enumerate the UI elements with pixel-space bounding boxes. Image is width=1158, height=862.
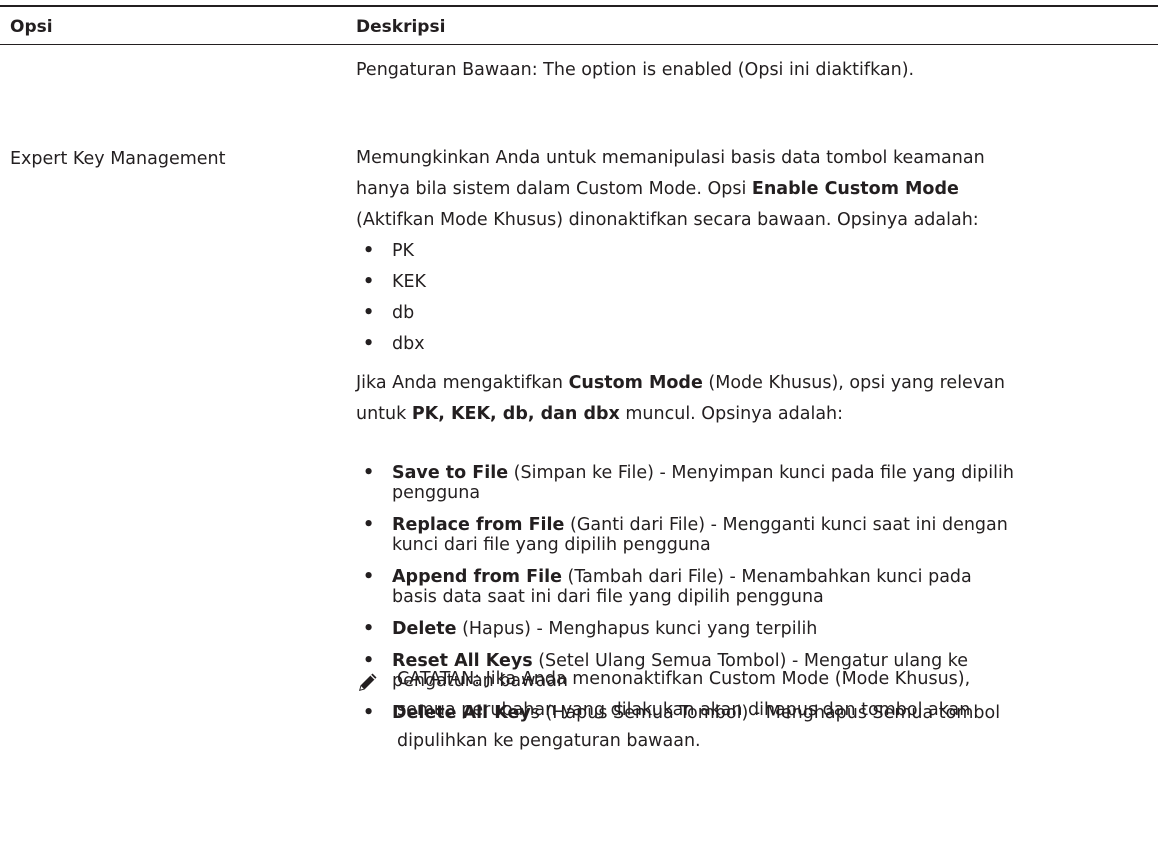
action-description: (Tambah dari File) - Menambahkan kunci p… [561, 567, 972, 587]
enable-custom-mode-term: Enable Custom Mode [751, 179, 959, 199]
list-item: • Delete (Hapus) - Menghapus kunci yang t… [356, 619, 1156, 639]
custom-line-2-c: muncul. Opsinya adalah: [619, 404, 844, 424]
list-item: • Append from File (Tambah dari File) - M… [356, 567, 1156, 607]
bullet-icon: • [363, 241, 375, 261]
custom-line-1: Jika Anda mengaktifkan Custom Mode (Mode… [356, 368, 1156, 399]
option-label-expert-key-management: Expert Key Management [10, 149, 226, 169]
bullet-icon: • [363, 515, 375, 535]
bullet-icon: • [363, 619, 375, 639]
key-database-list: • PK • KEK • db • dbx [356, 236, 1156, 360]
list-item-text: db [392, 303, 415, 323]
pencil-note-icon [359, 673, 377, 691]
action-description: (Ganti dari File) - Mengganti kunci saat… [564, 515, 1008, 535]
note-title: CATATAN: [397, 669, 481, 689]
custom-mode-term: Custom Mode [568, 373, 703, 393]
list-item-text: KEK [392, 272, 427, 292]
bullet-icon: • [363, 272, 375, 292]
bullet-icon: • [363, 334, 375, 354]
custom-mode-paragraph: Jika Anda mengaktifkan Custom Mode (Mode… [356, 368, 1156, 430]
expert-intro-paragraph: Memungkinkan Anda untuk memanipulasi bas… [356, 143, 1156, 236]
action-description-cont: basis data saat ini dari file yang dipil… [392, 587, 824, 607]
key-types-term: PK, KEK, db, dan dbx [411, 404, 620, 424]
action-name: Delete [392, 619, 457, 639]
action-description-cont: pengguna [392, 483, 481, 503]
intro-line-2-text: hanya bila sistem dalam Custom Mode. Ops… [356, 179, 752, 199]
note-text: CATATAN: Jika Anda menonaktifkan Custom … [397, 664, 1157, 757]
custom-line-2: untuk PK, KEK, db, dan dbx muncul. Opsin… [356, 399, 1156, 430]
note-line-3: dipulihkan ke pengaturan bawaan. [397, 731, 701, 751]
bullet-icon: • [363, 703, 375, 723]
custom-line-1-c: (Mode Khusus), opsi yang relevan [702, 373, 1005, 393]
list-item-text: PK [392, 241, 415, 261]
intro-line-1: Memungkinkan Anda untuk memanipulasi bas… [356, 148, 985, 168]
list-item: • PK [356, 236, 1156, 267]
action-description: (Hapus) - Menghapus kunci yang terpilih [456, 619, 818, 639]
custom-line-1-a: Jika Anda mengaktifkan [356, 373, 569, 393]
bullet-icon: • [363, 651, 375, 671]
default-setting-text: Pengaturan Bawaan: The option is enabled… [356, 60, 915, 80]
action-name: Replace from File [392, 515, 565, 535]
bullet-icon: • [363, 463, 375, 483]
list-item: • db [356, 298, 1156, 329]
list-item: • Replace from File (Ganti dari File) - M… [356, 515, 1156, 555]
intro-line-2: hanya bila sistem dalam Custom Mode. Ops… [356, 174, 1156, 205]
table-header-rule [0, 44, 1158, 45]
document-page: Opsi Deskripsi Pengaturan Bawaan: The op… [0, 0, 1158, 862]
list-item: • dbx [356, 329, 1156, 360]
action-name: Append from File [392, 567, 562, 587]
list-item: • Save to File (Simpan ke File) - Menyimp… [356, 463, 1156, 503]
note-line-1-text: Jika Anda menonaktifkan Custom Mode (Mod… [480, 669, 971, 689]
intro-line-3: (Aktifkan Mode Khusus) dinonaktifkan sec… [356, 210, 979, 230]
action-name: Save to File [392, 463, 509, 483]
action-description-cont: kunci dari file yang dipilih pengguna [392, 535, 711, 555]
table-top-rule [0, 5, 1158, 7]
note-line-1: CATATAN: Jika Anda menonaktifkan Custom … [397, 664, 1157, 695]
note-line-2: semua perubahan yang dilakukan akan diha… [397, 700, 971, 720]
action-description: (Simpan ke File) - Menyimpan kunci pada … [508, 463, 1014, 483]
bullet-icon: • [363, 567, 375, 587]
bullet-icon: • [363, 303, 375, 323]
custom-line-2-a: untuk [356, 404, 412, 424]
header-description: Deskripsi [356, 17, 446, 37]
list-item: • KEK [356, 267, 1156, 298]
header-option: Opsi [10, 17, 53, 37]
list-item-text: dbx [392, 334, 425, 354]
